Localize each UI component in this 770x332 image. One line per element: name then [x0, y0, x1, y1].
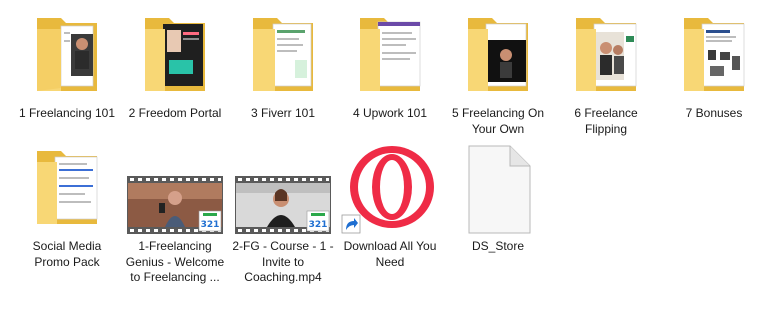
item-label: 4 Upwork 101 — [352, 106, 428, 120]
folder-icon — [231, 10, 335, 106]
folder-icon — [15, 143, 119, 239]
folder-icon — [338, 10, 442, 106]
item-label: Download All You Need — [343, 239, 437, 269]
svg-text:321: 321 — [201, 220, 220, 230]
folder-icon — [123, 10, 227, 106]
folder-icon — [662, 10, 766, 106]
item-label: 6 Freelance Flipping — [574, 106, 638, 136]
shortcut-arrow-icon — [341, 214, 361, 234]
folder-icon — [15, 10, 119, 106]
video-thumbnail-icon: 321 — [231, 143, 335, 239]
blank-file-icon — [446, 143, 550, 239]
folder-icon — [446, 10, 550, 106]
item-label: 1-Freelancing Genius - Welcome to Freela… — [125, 239, 225, 284]
item-label: 7 Bonuses — [685, 106, 743, 120]
item-label: 5 Freelancing On Your Own — [451, 106, 545, 136]
item-label: 1 Freelancing 101 — [18, 106, 116, 120]
item-label: 2 Freedom Portal — [128, 106, 222, 120]
item-label: 2-FG - Course - 1 - Invite to Coaching.m… — [232, 239, 334, 284]
opera-icon — [338, 143, 442, 239]
item-label: 3 Fiverr 101 — [250, 106, 316, 120]
svg-text:321: 321 — [309, 220, 328, 230]
video-thumbnail-icon: 321 — [123, 143, 227, 239]
item-label: DS_Store — [471, 239, 525, 253]
folder-icon — [554, 10, 658, 106]
item-label: Social Media Promo Pack — [32, 239, 102, 269]
